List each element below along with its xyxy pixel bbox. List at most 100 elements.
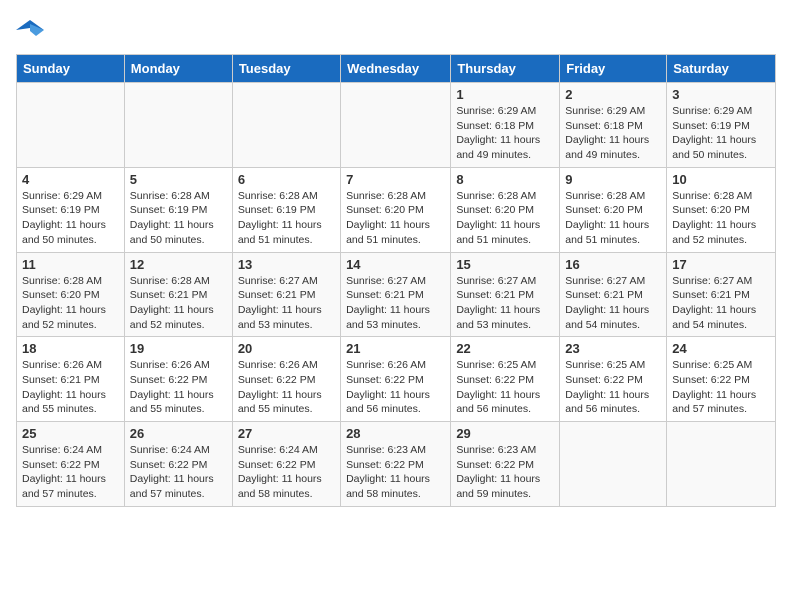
day-cell: 7 Sunrise: 6:28 AM Sunset: 6:20 PM Daylig…: [341, 167, 451, 252]
day-cell: 16 Sunrise: 6:27 AM Sunset: 6:21 PM Dayli…: [560, 252, 667, 337]
day-info: Sunrise: 6:29 AM Sunset: 6:18 PM Dayligh…: [565, 104, 661, 163]
day-info: Sunrise: 6:27 AM Sunset: 6:21 PM Dayligh…: [238, 274, 335, 333]
day-info: Sunrise: 6:28 AM Sunset: 6:21 PM Dayligh…: [130, 274, 227, 333]
day-cell: 20 Sunrise: 6:26 AM Sunset: 6:22 PM Dayli…: [232, 337, 340, 422]
day-info: Sunrise: 6:23 AM Sunset: 6:22 PM Dayligh…: [346, 443, 445, 502]
day-number: 2: [565, 87, 661, 102]
day-number: 20: [238, 341, 335, 356]
header-row: SundayMondayTuesdayWednesdayThursdayFrid…: [17, 55, 776, 83]
header-wednesday: Wednesday: [341, 55, 451, 83]
day-number: 1: [456, 87, 554, 102]
day-info: Sunrise: 6:26 AM Sunset: 6:21 PM Dayligh…: [22, 358, 119, 417]
day-number: 3: [672, 87, 770, 102]
day-cell: 22Sunrise: 6:25 AM Sunset: 6:22 PM Dayli…: [451, 337, 560, 422]
day-cell: 25 Sunrise: 6:24 AM Sunset: 6:22 PM Dayli…: [17, 422, 125, 507]
day-cell: [560, 422, 667, 507]
week-row-4: 18 Sunrise: 6:26 AM Sunset: 6:21 PM Dayli…: [17, 337, 776, 422]
day-info: Sunrise: 6:28 AM Sunset: 6:20 PM Dayligh…: [672, 189, 770, 248]
day-cell: 23 Sunrise: 6:25 AM Sunset: 6:22 PM Dayli…: [560, 337, 667, 422]
day-cell: 11 Sunrise: 6:28 AM Sunset: 6:20 PM Dayli…: [17, 252, 125, 337]
day-info: Sunrise: 6:25 AM Sunset: 6:22 PM Dayligh…: [565, 358, 661, 417]
day-info: Sunrise: 6:29 AM Sunset: 6:18 PM Dayligh…: [456, 104, 554, 163]
day-cell: 26 Sunrise: 6:24 AM Sunset: 6:22 PM Dayli…: [124, 422, 232, 507]
day-cell: 24Sunrise: 6:25 AM Sunset: 6:22 PM Dayli…: [667, 337, 776, 422]
day-cell: [232, 83, 340, 168]
day-cell: [17, 83, 125, 168]
day-number: 25: [22, 426, 119, 441]
day-cell: 17 Sunrise: 6:27 AM Sunset: 6:21 PM Dayli…: [667, 252, 776, 337]
day-cell: 21Sunrise: 6:26 AM Sunset: 6:22 PM Dayli…: [341, 337, 451, 422]
logo-bird-icon: [16, 16, 44, 44]
day-cell: 3 Sunrise: 6:29 AM Sunset: 6:19 PM Daylig…: [667, 83, 776, 168]
day-info: Sunrise: 6:27 AM Sunset: 6:21 PM Dayligh…: [565, 274, 661, 333]
day-number: 19: [130, 341, 227, 356]
day-cell: 12 Sunrise: 6:28 AM Sunset: 6:21 PM Dayli…: [124, 252, 232, 337]
header-saturday: Saturday: [667, 55, 776, 83]
day-cell: 8Sunrise: 6:28 AM Sunset: 6:20 PM Daylig…: [451, 167, 560, 252]
day-info: Sunrise: 6:25 AM Sunset: 6:22 PM Dayligh…: [672, 358, 770, 417]
day-info: Sunrise: 6:27 AM Sunset: 6:21 PM Dayligh…: [672, 274, 770, 333]
day-number: 7: [346, 172, 445, 187]
day-number: 4: [22, 172, 119, 187]
day-info: Sunrise: 6:29 AM Sunset: 6:19 PM Dayligh…: [22, 189, 119, 248]
day-cell: [341, 83, 451, 168]
day-cell: 4 Sunrise: 6:29 AM Sunset: 6:19 PM Daylig…: [17, 167, 125, 252]
week-row-5: 25 Sunrise: 6:24 AM Sunset: 6:22 PM Dayli…: [17, 422, 776, 507]
day-info: Sunrise: 6:28 AM Sunset: 6:19 PM Dayligh…: [130, 189, 227, 248]
day-number: 18: [22, 341, 119, 356]
day-number: 16: [565, 257, 661, 272]
day-info: Sunrise: 6:26 AM Sunset: 6:22 PM Dayligh…: [130, 358, 227, 417]
calendar-header: SundayMondayTuesdayWednesdayThursdayFrid…: [17, 55, 776, 83]
day-number: 22: [456, 341, 554, 356]
day-number: 12: [130, 257, 227, 272]
day-number: 6: [238, 172, 335, 187]
day-cell: 2 Sunrise: 6:29 AM Sunset: 6:18 PM Daylig…: [560, 83, 667, 168]
day-cell: 6 Sunrise: 6:28 AM Sunset: 6:19 PM Daylig…: [232, 167, 340, 252]
day-number: 15: [456, 257, 554, 272]
week-row-2: 4 Sunrise: 6:29 AM Sunset: 6:19 PM Daylig…: [17, 167, 776, 252]
day-cell: 29Sunrise: 6:23 AM Sunset: 6:22 PM Dayli…: [451, 422, 560, 507]
header-monday: Monday: [124, 55, 232, 83]
week-row-1: 1 Sunrise: 6:29 AM Sunset: 6:18 PM Daylig…: [17, 83, 776, 168]
day-info: Sunrise: 6:23 AM Sunset: 6:22 PM Dayligh…: [456, 443, 554, 502]
day-cell: 14Sunrise: 6:27 AM Sunset: 6:21 PM Dayli…: [341, 252, 451, 337]
day-cell: 15 Sunrise: 6:27 AM Sunset: 6:21 PM Dayli…: [451, 252, 560, 337]
day-cell: [667, 422, 776, 507]
header-thursday: Thursday: [451, 55, 560, 83]
day-cell: 27Sunrise: 6:24 AM Sunset: 6:22 PM Dayli…: [232, 422, 340, 507]
day-info: Sunrise: 6:24 AM Sunset: 6:22 PM Dayligh…: [22, 443, 119, 502]
logo: [16, 16, 48, 44]
header-sunday: Sunday: [17, 55, 125, 83]
day-info: Sunrise: 6:26 AM Sunset: 6:22 PM Dayligh…: [346, 358, 445, 417]
day-number: 23: [565, 341, 661, 356]
day-info: Sunrise: 6:28 AM Sunset: 6:20 PM Dayligh…: [565, 189, 661, 248]
day-number: 28: [346, 426, 445, 441]
day-cell: 10 Sunrise: 6:28 AM Sunset: 6:20 PM Dayli…: [667, 167, 776, 252]
day-cell: 19 Sunrise: 6:26 AM Sunset: 6:22 PM Dayli…: [124, 337, 232, 422]
day-number: 27: [238, 426, 335, 441]
day-info: Sunrise: 6:27 AM Sunset: 6:21 PM Dayligh…: [456, 274, 554, 333]
day-cell: 5 Sunrise: 6:28 AM Sunset: 6:19 PM Daylig…: [124, 167, 232, 252]
day-info: Sunrise: 6:28 AM Sunset: 6:20 PM Dayligh…: [456, 189, 554, 248]
day-cell: 9Sunrise: 6:28 AM Sunset: 6:20 PM Daylig…: [560, 167, 667, 252]
day-cell: 1 Sunrise: 6:29 AM Sunset: 6:18 PM Daylig…: [451, 83, 560, 168]
calendar-table: SundayMondayTuesdayWednesdayThursdayFrid…: [16, 54, 776, 507]
day-info: Sunrise: 6:28 AM Sunset: 6:20 PM Dayligh…: [22, 274, 119, 333]
day-cell: [124, 83, 232, 168]
day-number: 5: [130, 172, 227, 187]
day-number: 13: [238, 257, 335, 272]
day-info: Sunrise: 6:28 AM Sunset: 6:20 PM Dayligh…: [346, 189, 445, 248]
day-info: Sunrise: 6:28 AM Sunset: 6:19 PM Dayligh…: [238, 189, 335, 248]
header-tuesday: Tuesday: [232, 55, 340, 83]
day-info: Sunrise: 6:26 AM Sunset: 6:22 PM Dayligh…: [238, 358, 335, 417]
day-number: 10: [672, 172, 770, 187]
day-number: 11: [22, 257, 119, 272]
day-info: Sunrise: 6:24 AM Sunset: 6:22 PM Dayligh…: [130, 443, 227, 502]
day-cell: 18 Sunrise: 6:26 AM Sunset: 6:21 PM Dayli…: [17, 337, 125, 422]
calendar-body: 1 Sunrise: 6:29 AM Sunset: 6:18 PM Daylig…: [17, 83, 776, 507]
page-header: [16, 16, 776, 44]
header-friday: Friday: [560, 55, 667, 83]
day-number: 17: [672, 257, 770, 272]
day-info: Sunrise: 6:29 AM Sunset: 6:19 PM Dayligh…: [672, 104, 770, 163]
day-number: 26: [130, 426, 227, 441]
